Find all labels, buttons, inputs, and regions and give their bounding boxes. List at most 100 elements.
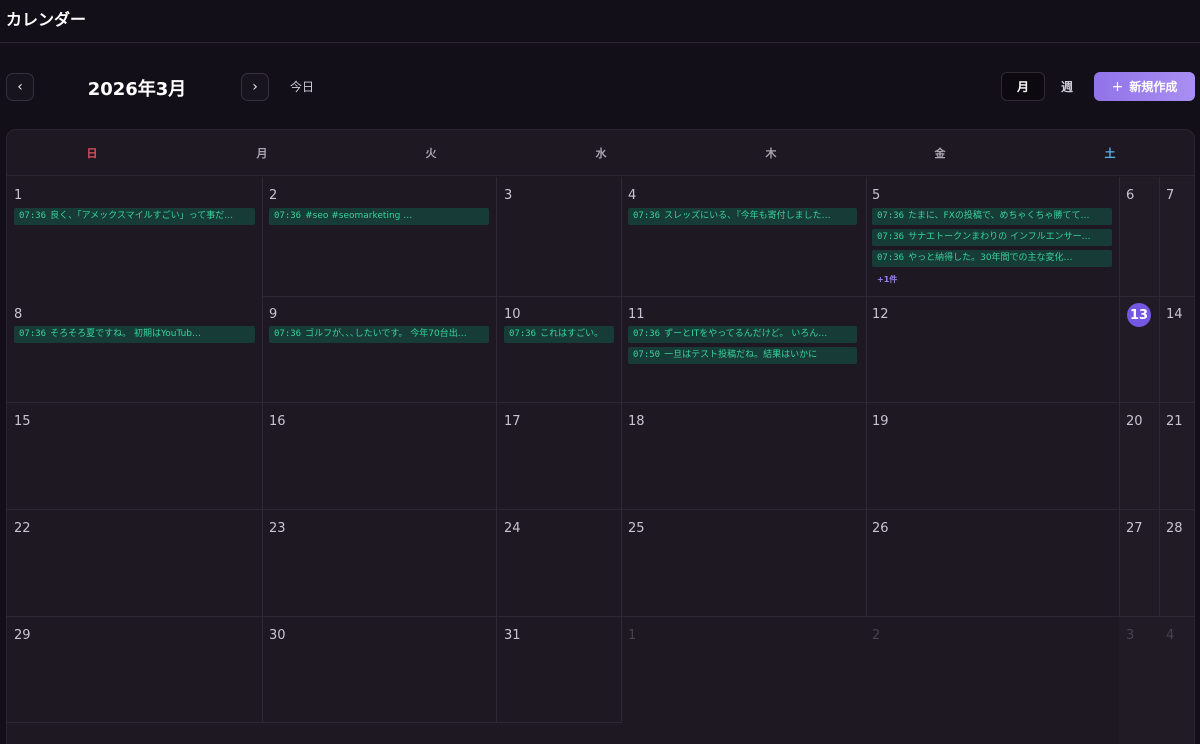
day-number[interactable]: 4 bbox=[628, 188, 636, 203]
calendar-event[interactable]: 07:36 ずーとITをやってるんだけど。 いろん… bbox=[628, 326, 857, 343]
grid-line bbox=[262, 177, 263, 723]
day-number[interactable]: 5 bbox=[872, 188, 880, 203]
prev-month-button[interactable]: ‹ bbox=[6, 73, 34, 101]
next-month-button[interactable]: › bbox=[241, 73, 269, 101]
calendar-event[interactable]: 07:50 一旦はテスト投稿だね。結果はいかに bbox=[628, 347, 857, 364]
event-time: 07:36 bbox=[274, 211, 302, 221]
grid-line bbox=[7, 722, 621, 723]
grid-line bbox=[7, 509, 1194, 510]
weekday-sun: 日 bbox=[86, 147, 98, 160]
grid-line bbox=[7, 402, 1194, 403]
day-number[interactable]: 21 bbox=[1166, 414, 1183, 429]
event-title: 一旦はテスト投稿だね。結果はいかに bbox=[664, 350, 818, 360]
day-number[interactable]: 7 bbox=[1166, 188, 1174, 203]
day-number-next-month[interactable]: 3 bbox=[1126, 628, 1134, 643]
day-number[interactable]: 11 bbox=[628, 307, 645, 322]
event-title: これはすごい。 bbox=[540, 329, 604, 339]
day-number[interactable]: 15 bbox=[14, 414, 31, 429]
calendar-event[interactable]: 07:36 これはすごい。 bbox=[504, 326, 614, 343]
day-number[interactable]: 18 bbox=[628, 414, 645, 429]
day-number[interactable]: 29 bbox=[14, 628, 31, 643]
day-number[interactable]: 31 bbox=[504, 628, 521, 643]
day-number[interactable]: 23 bbox=[269, 521, 286, 536]
weekend-tint bbox=[1119, 177, 1194, 744]
view-week-button[interactable]: 週 bbox=[1045, 72, 1089, 101]
weekday-thu: 木 bbox=[765, 147, 777, 160]
new-event-label: 新規作成 bbox=[1129, 80, 1178, 94]
more-events-link[interactable]: +1件 bbox=[877, 274, 897, 285]
calendar-event[interactable]: 07:36 たまに、FXの投稿で、めちゃくちゃ勝てて… bbox=[872, 208, 1112, 225]
day-number[interactable]: 1 bbox=[14, 188, 22, 203]
day-number[interactable]: 16 bbox=[269, 414, 286, 429]
weekday-sat: 土 bbox=[1104, 147, 1116, 160]
day-number[interactable]: 25 bbox=[628, 521, 645, 536]
day-number[interactable]: 12 bbox=[872, 307, 889, 322]
day-number[interactable]: 26 bbox=[872, 521, 889, 536]
day-number[interactable]: 6 bbox=[1126, 188, 1134, 203]
month-label: 2026年3月 bbox=[87, 79, 187, 100]
weekday-fri: 金 bbox=[934, 147, 946, 160]
header-divider bbox=[0, 42, 1200, 43]
day-number-next-month[interactable]: 4 bbox=[1166, 628, 1174, 643]
event-time: 07:36 bbox=[633, 329, 661, 339]
grid-line bbox=[262, 296, 1194, 297]
calendar-event[interactable]: 07:36 ゴルフが､､､したいです。 今年70台出… bbox=[269, 326, 489, 343]
event-time: 07:50 bbox=[633, 350, 661, 360]
day-number-next-month[interactable]: 1 bbox=[628, 628, 636, 643]
view-toggle: 月 週 bbox=[1001, 72, 1089, 101]
day-number[interactable]: 30 bbox=[269, 628, 286, 643]
today-day-number[interactable]: 13 bbox=[1127, 303, 1151, 327]
event-title: ゴルフが､､､したいです。 今年70台出… bbox=[305, 329, 467, 339]
grid-line bbox=[496, 177, 497, 723]
grid-line bbox=[621, 177, 622, 723]
grid-line bbox=[1119, 177, 1120, 617]
page-title: カレンダー bbox=[6, 10, 87, 29]
event-time: 07:36 bbox=[877, 232, 905, 242]
event-time: 07:36 bbox=[274, 329, 302, 339]
calendar-event[interactable]: 07:36 やっと納得した。30年間での主な変化… bbox=[872, 250, 1112, 267]
calendar-event[interactable]: 07:36 良く、「アメックスマイルすごい」って事だ… bbox=[14, 208, 255, 225]
event-title: そろそろ夏ですね。 初期はYouTub… bbox=[50, 329, 202, 339]
grid-line bbox=[7, 616, 1194, 617]
calendar-event[interactable]: 07:36 #seo #seomarketing … bbox=[269, 208, 489, 225]
event-title: #seo #seomarketing … bbox=[305, 211, 413, 221]
day-number[interactable]: 27 bbox=[1126, 521, 1143, 536]
event-title: スレッズにいる、『今年も寄付しました… bbox=[664, 211, 831, 221]
event-title: やっと納得した。30年間での主な変化… bbox=[908, 253, 1073, 263]
calendar-grid: 日 月 火 水 木 金 土 1 2 3 4 5 6 7 07:36 良く、「アメッ… bbox=[6, 129, 1195, 744]
plus-icon: + bbox=[1111, 78, 1124, 95]
new-event-button[interactable]: + 新規作成 bbox=[1094, 72, 1195, 101]
weekday-mon: 月 bbox=[256, 147, 268, 160]
view-month-button[interactable]: 月 bbox=[1001, 72, 1045, 101]
day-number[interactable]: 10 bbox=[504, 307, 521, 322]
today-button[interactable]: 今日 bbox=[290, 78, 314, 95]
event-time: 07:36 bbox=[877, 253, 905, 263]
calendar-event[interactable]: 07:36 サナエトークンまわりの インフルエンサー… bbox=[872, 229, 1112, 246]
day-number[interactable]: 2 bbox=[269, 188, 277, 203]
day-number[interactable]: 20 bbox=[1126, 414, 1143, 429]
weekday-row: 日 月 火 水 木 金 土 bbox=[7, 130, 1194, 176]
chevron-left-icon: ‹ bbox=[17, 79, 23, 95]
event-time: 07:36 bbox=[633, 211, 661, 221]
weekday-tue: 火 bbox=[425, 147, 437, 160]
day-number[interactable]: 24 bbox=[504, 521, 521, 536]
day-number[interactable]: 9 bbox=[269, 307, 277, 322]
day-number[interactable]: 22 bbox=[14, 521, 31, 536]
event-time: 07:36 bbox=[509, 329, 537, 339]
calendar-event[interactable]: 07:36 スレッズにいる、『今年も寄付しました… bbox=[628, 208, 857, 225]
event-time: 07:36 bbox=[19, 329, 47, 339]
event-title: ずーとITをやってるんだけど。 いろん… bbox=[664, 329, 828, 339]
calendar-event[interactable]: 07:36 そろそろ夏ですね。 初期はYouTub… bbox=[14, 326, 255, 343]
weekday-wed: 水 bbox=[595, 147, 607, 160]
event-title: サナエトークンまわりの インフルエンサー… bbox=[908, 232, 1091, 242]
event-time: 07:36 bbox=[19, 211, 47, 221]
chevron-right-icon: › bbox=[252, 79, 258, 95]
day-number-next-month[interactable]: 2 bbox=[872, 628, 880, 643]
day-number[interactable]: 19 bbox=[872, 414, 889, 429]
grid-line bbox=[866, 177, 867, 617]
day-number[interactable]: 17 bbox=[504, 414, 521, 429]
day-number[interactable]: 14 bbox=[1166, 307, 1183, 322]
day-number[interactable]: 8 bbox=[14, 307, 22, 322]
day-number[interactable]: 28 bbox=[1166, 521, 1183, 536]
day-number[interactable]: 3 bbox=[504, 188, 512, 203]
